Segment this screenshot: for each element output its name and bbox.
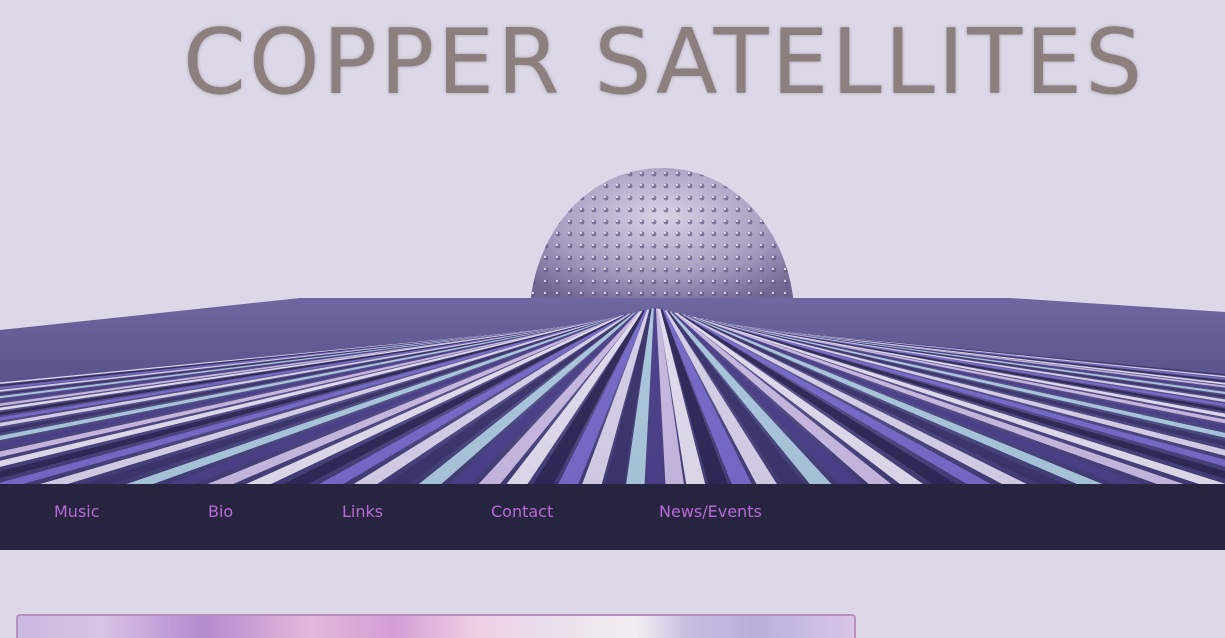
- nav-link-links[interactable]: Links: [342, 502, 383, 521]
- site-title: COPPER SATELLITES: [183, 10, 1146, 115]
- nav-link-bio[interactable]: Bio: [208, 502, 233, 521]
- hero-banner: COPPER SATELLITES: [0, 0, 1225, 484]
- nav-link-music[interactable]: Music: [54, 502, 100, 521]
- page: COPPER SATELLITES Music Bio Links Contac…: [0, 0, 1225, 638]
- nav-link-news-events[interactable]: News/Events: [659, 502, 762, 521]
- featured-image-frame: [16, 614, 856, 638]
- dome-shape: [530, 168, 794, 306]
- ribbed-plate: [0, 298, 1225, 484]
- nav-link-contact[interactable]: Contact: [491, 502, 553, 521]
- main-nav: Music Bio Links Contact News/Events: [0, 484, 1225, 550]
